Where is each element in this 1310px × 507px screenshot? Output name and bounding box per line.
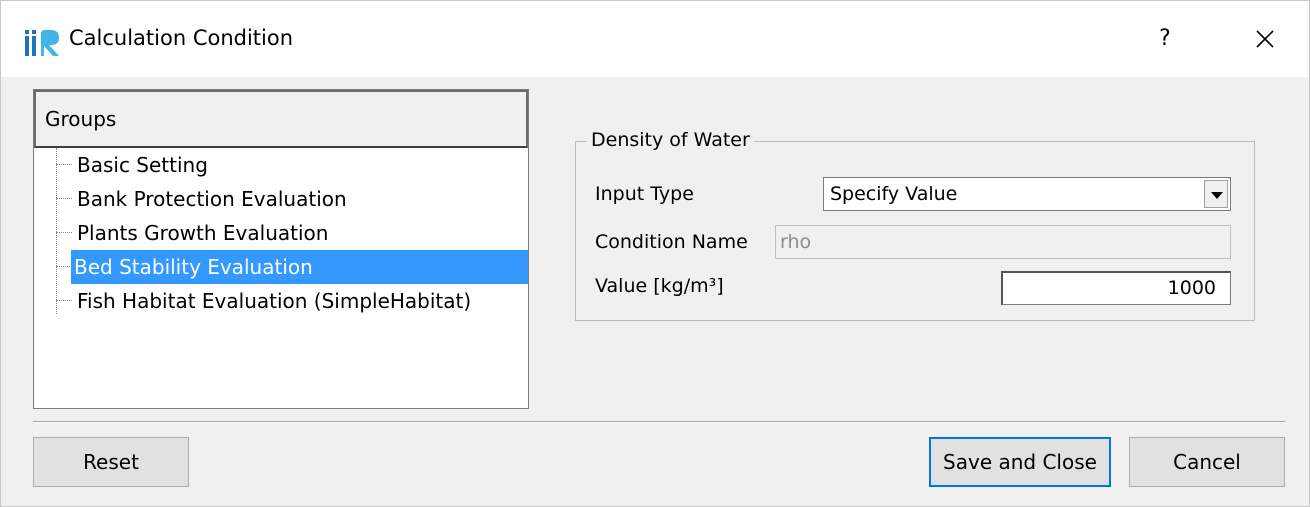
window-title: Calculation Condition xyxy=(69,26,294,50)
tree-item-fish-habitat-evaluation[interactable]: Fish Habitat Evaluation (SimpleHabitat) xyxy=(34,284,528,318)
tree-item-basic-setting[interactable]: Basic Setting xyxy=(34,148,528,182)
tree-item-label: Plants Growth Evaluation xyxy=(77,221,329,245)
tree-item-label: Bed Stability Evaluation xyxy=(71,250,528,284)
input-type-select[interactable]: Specify Value xyxy=(823,177,1231,211)
groups-tree: Basic Setting Bank Protection Evaluation… xyxy=(34,148,528,318)
groupbox-title: Density of Water xyxy=(587,129,754,151)
cancel-button[interactable]: Cancel xyxy=(1129,437,1285,487)
iric-logo-icon xyxy=(25,28,63,56)
tree-item-plants-growth-evaluation[interactable]: Plants Growth Evaluation xyxy=(34,216,528,250)
divider xyxy=(33,421,1285,423)
input-type-value: Specify Value xyxy=(830,183,958,205)
tree-item-label: Bank Protection Evaluation xyxy=(77,187,347,211)
tree-item-label: Fish Habitat Evaluation (SimpleHabitat) xyxy=(77,289,472,313)
help-button[interactable]: ? xyxy=(1141,17,1189,61)
tree-item-bed-stability-evaluation[interactable]: Bed Stability Evaluation xyxy=(34,250,528,284)
calculation-condition-dialog: Calculation Condition ? Groups Basic Set… xyxy=(0,0,1310,507)
close-icon xyxy=(1256,30,1274,48)
tree-item-bank-protection-evaluation[interactable]: Bank Protection Evaluation xyxy=(34,182,528,216)
condition-name-field: rho xyxy=(775,225,1231,259)
title-bar: Calculation Condition ? xyxy=(1,1,1309,77)
groups-tree-panel: Groups Basic Setting Bank Protection Eva… xyxy=(33,89,529,409)
chevron-down-icon[interactable] xyxy=(1204,180,1228,208)
tree-item-label: Basic Setting xyxy=(77,153,208,177)
reset-button[interactable]: Reset xyxy=(33,437,189,487)
value-label: Value [kg/m³] xyxy=(595,275,724,297)
input-type-label: Input Type xyxy=(595,183,694,205)
condition-name-label: Condition Name xyxy=(595,231,748,253)
save-and-close-button[interactable]: Save and Close xyxy=(929,437,1111,487)
close-button[interactable] xyxy=(1241,17,1289,61)
value-input[interactable]: 1000 xyxy=(1001,271,1231,305)
groups-header[interactable]: Groups xyxy=(34,90,528,148)
